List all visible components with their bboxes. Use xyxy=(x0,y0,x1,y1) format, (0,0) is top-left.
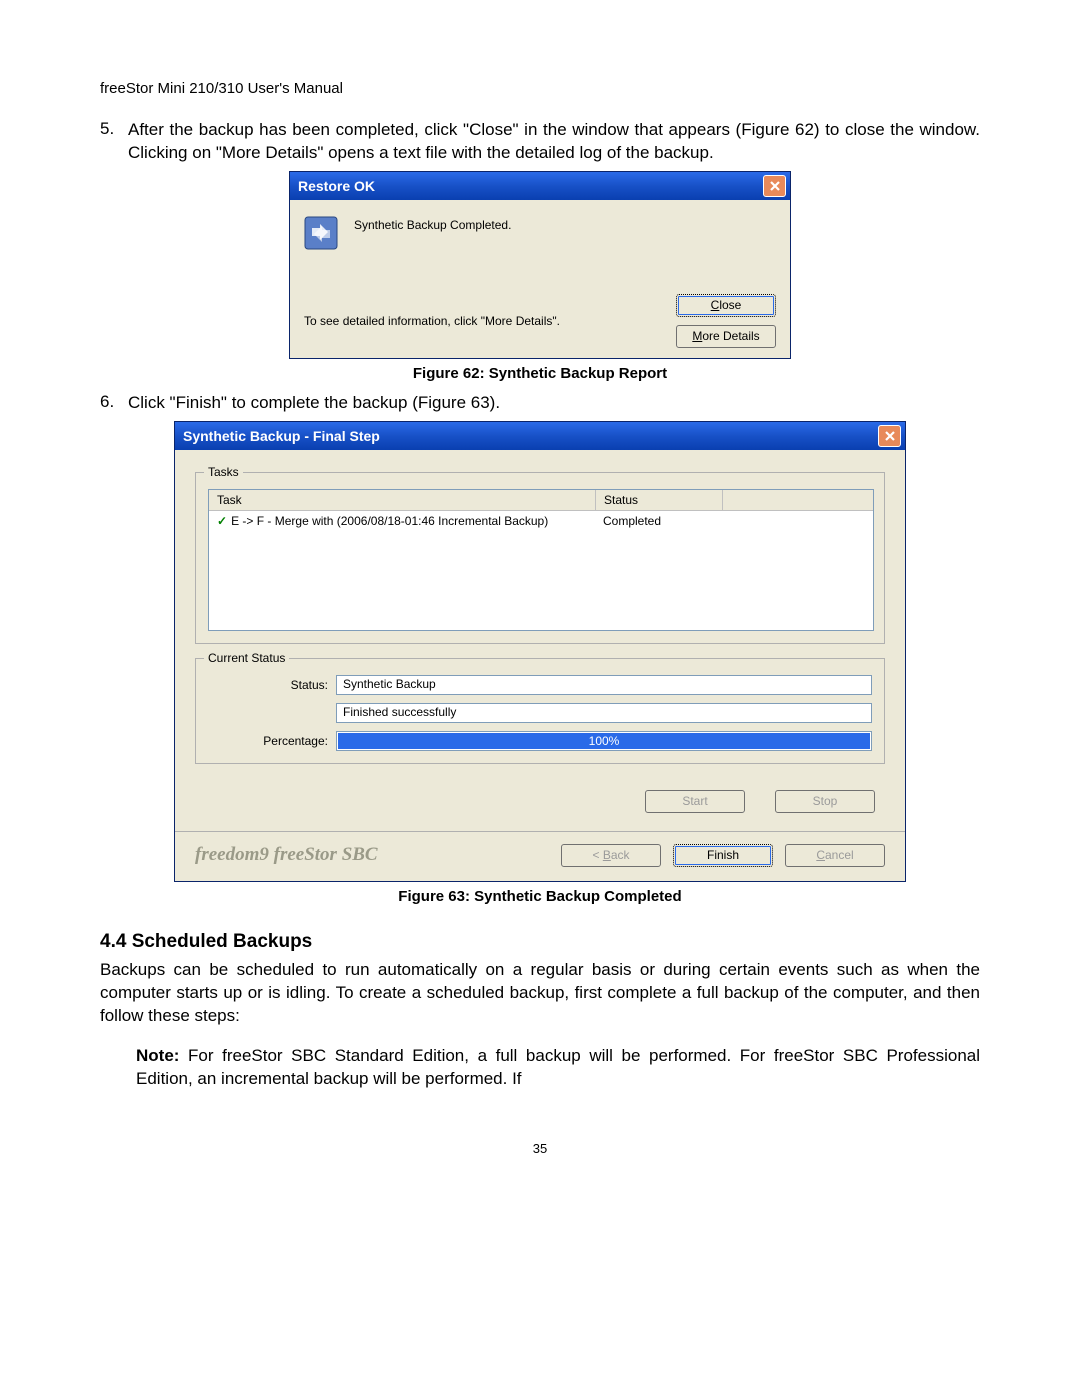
tasks-groupbox: Tasks Task Status ✓E -> F - Merge with (… xyxy=(195,472,885,644)
progress-bar: 100% xyxy=(336,731,872,751)
step-6-number: 6. xyxy=(100,392,128,415)
figure-63-caption: Figure 63: Synthetic Backup Completed xyxy=(100,888,980,905)
synthetic-backup-dialog: Synthetic Backup - Final Step Tasks Task… xyxy=(174,421,906,882)
backup-icon xyxy=(304,216,338,250)
progress-text: 100% xyxy=(337,732,871,750)
note-label: Note: xyxy=(136,1046,179,1065)
stop-button: Stop xyxy=(775,790,875,813)
step-5: 5. After the backup has been completed, … xyxy=(100,119,980,165)
back-button: < Back xyxy=(561,844,661,867)
cancel-button: Cancel xyxy=(785,844,885,867)
step-5-number: 5. xyxy=(100,119,128,165)
current-status-groupbox: Current Status Status: Synthetic Backup … xyxy=(195,658,885,764)
note-body: For freeStor SBC Standard Edition, a ful… xyxy=(136,1046,980,1088)
dialog2-titlebar: Synthetic Backup - Final Step xyxy=(175,422,905,450)
status-field-2: Finished successfully xyxy=(336,703,872,723)
close-button[interactable]: Close xyxy=(676,294,776,317)
dialog-titlebar: Restore OK xyxy=(290,172,790,200)
status-field-1: Synthetic Backup xyxy=(336,675,872,695)
dialog2-title: Synthetic Backup - Final Step xyxy=(183,428,878,444)
close-icon[interactable] xyxy=(878,425,901,447)
section-4-4-body: Backups can be scheduled to run automati… xyxy=(100,959,980,1028)
task-name: E -> F - Merge with (2006/08/18-01:46 In… xyxy=(231,514,548,528)
note-paragraph: Note: For freeStor SBC Standard Edition,… xyxy=(136,1045,980,1091)
start-button: Start xyxy=(645,790,745,813)
more-details-button[interactable]: More Details xyxy=(676,325,776,348)
table-row[interactable]: ✓ E -> F - Merge with (2006/08/18-01:46 I… xyxy=(209,511,873,531)
task-status: Completed xyxy=(595,511,721,531)
tasks-legend: Tasks xyxy=(204,465,243,479)
step-5-text: After the backup has been completed, cli… xyxy=(128,119,980,165)
step-6-text: Click "Finish" to complete the backup (F… xyxy=(128,392,980,415)
task-col-header-empty xyxy=(723,490,873,510)
step-6: 6. Click "Finish" to complete the backup… xyxy=(100,392,980,415)
current-status-legend: Current Status xyxy=(204,651,289,665)
dialog-message: Synthetic Backup Completed. xyxy=(354,216,511,232)
dialog-title: Restore OK xyxy=(298,178,763,194)
section-4-4-heading: 4.4 Scheduled Backups xyxy=(100,931,980,953)
divider xyxy=(175,831,905,832)
page-number: 35 xyxy=(100,1141,980,1156)
dialog-detail-text: To see detailed information, click "More… xyxy=(304,314,676,328)
tasks-table: Task Status ✓ E -> F - Merge with (2006/0… xyxy=(208,489,874,631)
checkmark-icon: ✓ xyxy=(217,514,227,528)
task-col-header-task[interactable]: Task xyxy=(209,490,596,510)
restore-ok-dialog: Restore OK Synthetic Backup Completed. xyxy=(289,171,791,359)
figure-62-caption: Figure 62: Synthetic Backup Report xyxy=(100,365,980,382)
task-col-header-status[interactable]: Status xyxy=(596,490,723,510)
page-header: freeStor Mini 210/310 User's Manual xyxy=(100,80,980,97)
finish-button[interactable]: Finish xyxy=(673,844,773,867)
percentage-label: Percentage: xyxy=(208,734,328,748)
brand-label: freedom9 freeStor SBC xyxy=(195,844,561,866)
status-label: Status: xyxy=(208,678,328,692)
close-icon[interactable] xyxy=(763,175,786,197)
